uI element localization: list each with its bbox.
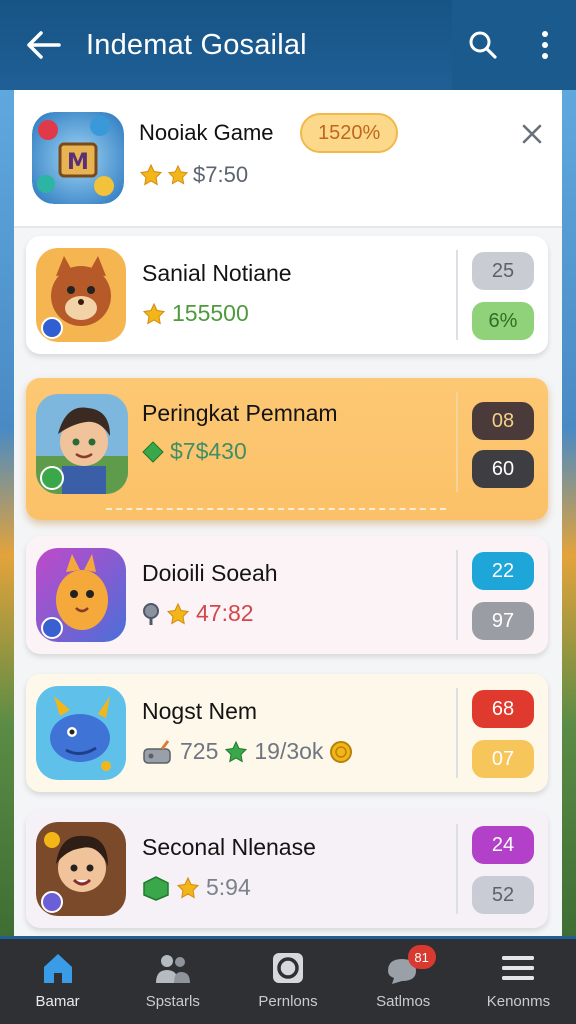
- divider: [456, 550, 458, 640]
- more-options-button[interactable]: [514, 0, 576, 90]
- notification-badge: 81: [407, 945, 436, 969]
- count-badge: 22: [472, 552, 534, 590]
- featured-game-meta: $7:50: [139, 162, 248, 188]
- game-stat: 19/3ok: [254, 738, 324, 764]
- game-list-panel: M Nooiak Game 1520% $7:50 Sanial Notiane…: [14, 90, 562, 936]
- game-list-item[interactable]: Doioili Soeah 47:82 22 97: [26, 536, 548, 654]
- bottom-navigation: Bamar Spstarls Pernlons 81 Satlmos Kenon…: [0, 936, 576, 1024]
- nav-label: Satlmos: [376, 993, 431, 1010]
- game-name: Seconal Nlenase: [142, 834, 316, 860]
- nav-item-center[interactable]: Pernlons: [230, 939, 345, 1024]
- top-app-bar: Indemat Gosailal: [0, 0, 576, 90]
- back-button[interactable]: [0, 0, 86, 90]
- game-meta: $7$430: [142, 438, 247, 465]
- game-icon-adventurer: [36, 394, 128, 494]
- game-list-item[interactable]: Nogst Nem 725 19/3ok 68 07: [26, 674, 548, 792]
- game-price: $7$430: [170, 438, 247, 464]
- game-meta: 725 19/3ok: [142, 738, 353, 765]
- count-badge: 24: [472, 826, 534, 864]
- game-name: Doioili Soeah: [142, 560, 278, 586]
- game-score: 155500: [172, 300, 249, 326]
- game-list-item[interactable]: Seconal Nlenase 5:94 24 52: [26, 810, 548, 928]
- nav-item-people[interactable]: Spstarls: [115, 939, 230, 1024]
- count-badge: 52: [472, 876, 534, 914]
- game-name: Sanial Notiane: [142, 260, 292, 286]
- count-badge: 07: [472, 740, 534, 778]
- controller-icon: [143, 739, 171, 764]
- star-icon: [225, 740, 248, 762]
- pin-icon: [143, 602, 159, 625]
- divider: [456, 688, 458, 778]
- game-name: Peringkat Pemnam: [142, 400, 338, 426]
- page-title: Indemat Gosailal: [86, 28, 307, 61]
- game-icon-creature: [36, 548, 126, 642]
- nav-label: Kenonms: [486, 993, 551, 1010]
- count-badge: 97: [472, 602, 534, 640]
- background-scenery-right: [560, 90, 576, 936]
- nav-item-home[interactable]: Bamar: [0, 939, 115, 1024]
- game-icon-dragon: [36, 686, 126, 780]
- divider: [456, 250, 458, 340]
- game-meta: 47:82: [142, 600, 254, 627]
- featured-percent-badge: 1520%: [300, 113, 399, 153]
- home-icon: [43, 954, 72, 983]
- game-list-item[interactable]: Sanial Notiane 155500 25 6%: [26, 236, 548, 354]
- divider: [456, 392, 458, 492]
- game-icon-fox: [36, 248, 126, 342]
- game-meta: 155500: [142, 300, 249, 327]
- people-icon: [155, 955, 190, 983]
- cube-icon: [143, 875, 169, 901]
- game-meta: 5:94: [142, 874, 251, 901]
- featured-price: $7:50: [193, 162, 249, 187]
- menu-icon: [502, 956, 535, 980]
- nav-label: Spstarls: [145, 993, 200, 1010]
- more-vertical-icon: [542, 31, 548, 59]
- percent-badge: 6%: [472, 302, 534, 340]
- circle-button-icon: [273, 953, 303, 983]
- arrow-left-icon: [27, 31, 61, 59]
- nav-item-chat[interactable]: 81 Satlmos: [346, 939, 461, 1024]
- gem-icon: [142, 440, 164, 463]
- count-badge: 60: [472, 450, 534, 488]
- star-icon: [176, 876, 200, 898]
- divider: [106, 508, 446, 510]
- coin-icon: [330, 740, 353, 763]
- nav-label: Pernlons: [258, 993, 318, 1010]
- star-icon: [166, 602, 190, 624]
- game-icon-hero: [36, 822, 126, 916]
- featured-game-name: Nooiak Game: [139, 120, 274, 145]
- game-score: 5:94: [206, 874, 251, 900]
- nav-label: Bamar: [35, 993, 80, 1010]
- game-score: 47:82: [196, 600, 254, 626]
- star-icon: [139, 163, 163, 186]
- close-button[interactable]: [512, 114, 552, 154]
- close-icon: [522, 124, 542, 144]
- divider: [456, 824, 458, 914]
- search-button[interactable]: [452, 0, 514, 90]
- app-bar-actions: [452, 0, 576, 90]
- count-badge: 08: [472, 402, 534, 440]
- game-name: Nogst Nem: [142, 698, 258, 724]
- game-stat: 725: [180, 738, 219, 764]
- search-icon: [469, 31, 497, 59]
- count-badge: 25: [472, 252, 534, 290]
- svg-text:M: M: [67, 150, 89, 175]
- featured-game-card[interactable]: M Nooiak Game 1520% $7:50: [14, 90, 562, 228]
- star-icon: [142, 302, 166, 324]
- nav-item-menu[interactable]: Kenonms: [461, 939, 576, 1024]
- star-icon: [167, 164, 189, 185]
- game-list-item-highlighted[interactable]: Peringkat Pemnam $7$430 08 60: [26, 378, 548, 520]
- featured-game-icon: M: [32, 112, 124, 204]
- count-badge: 68: [472, 690, 534, 728]
